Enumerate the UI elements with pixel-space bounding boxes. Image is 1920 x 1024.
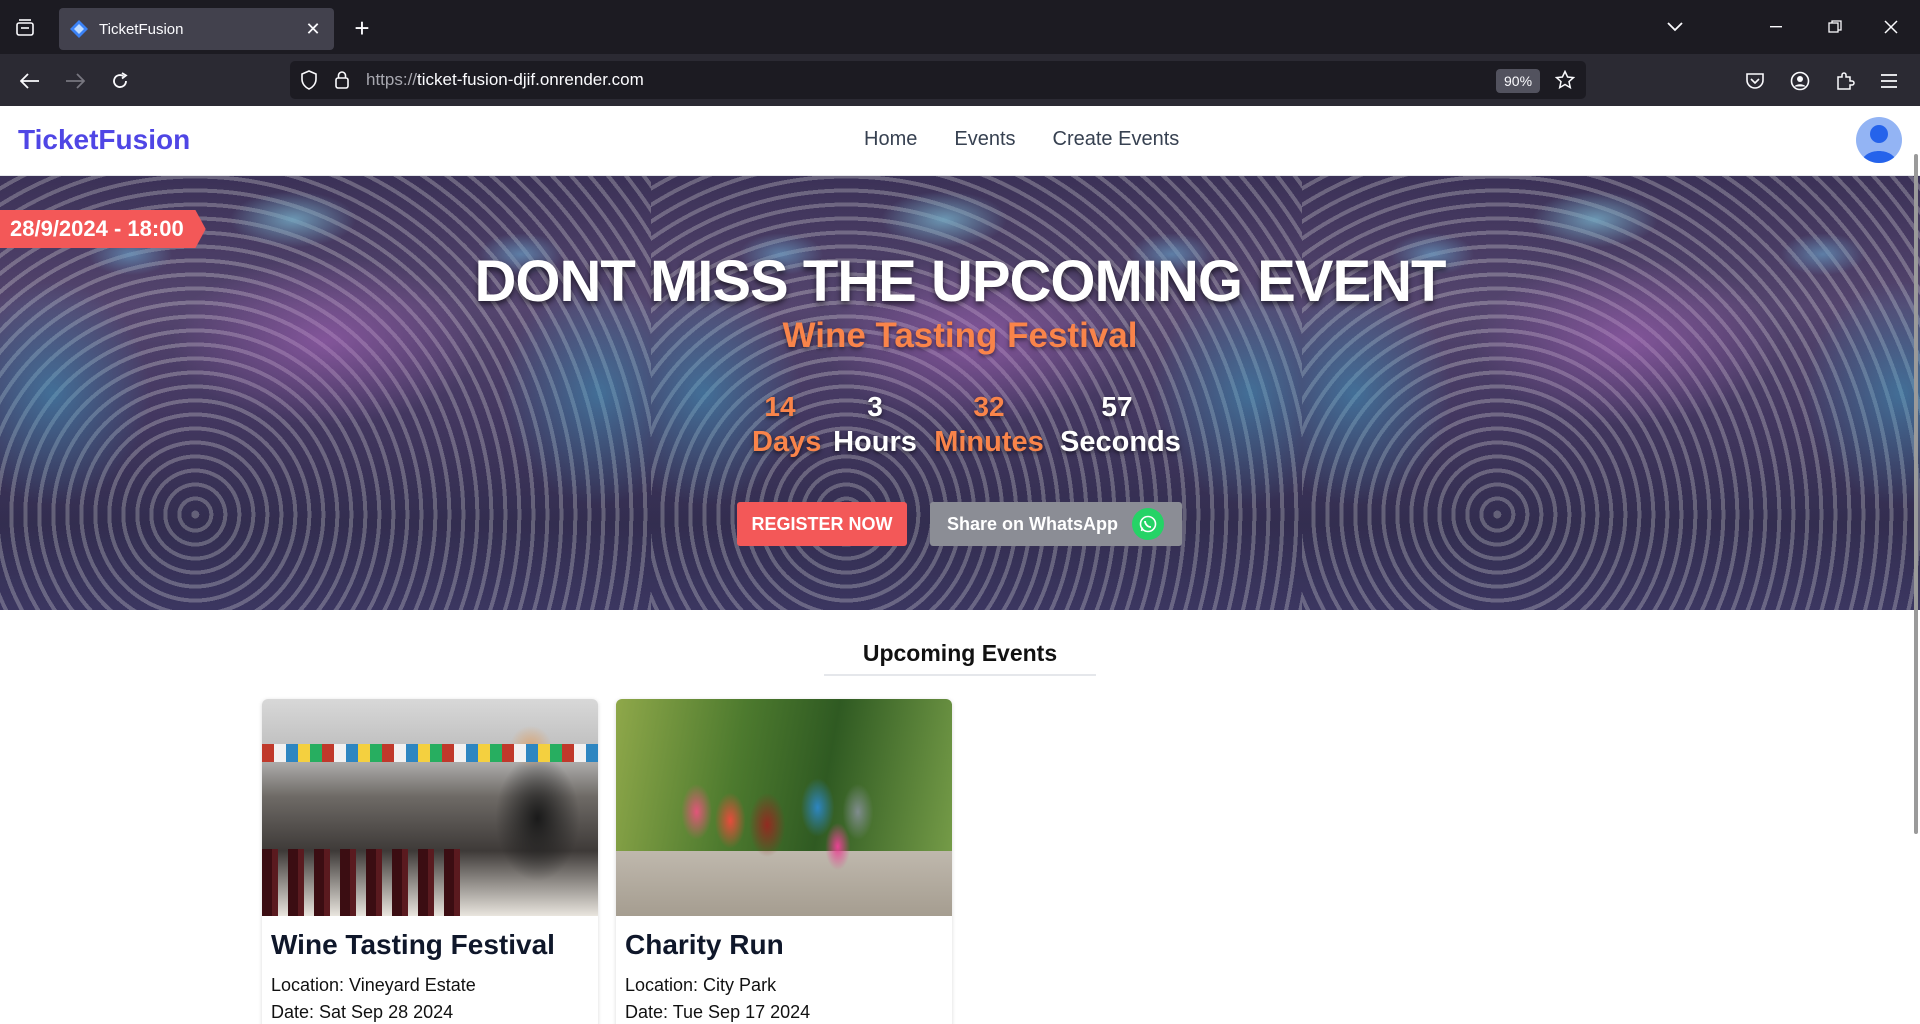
event-card-image bbox=[616, 699, 952, 916]
event-card-location: Location: City Park bbox=[625, 975, 777, 995]
url-bar[interactable]: https://ticket-fusion-djif.onrender.com … bbox=[290, 61, 1586, 99]
hero-event-name: Wine Tasting Festival bbox=[782, 316, 1138, 355]
minimize-icon[interactable] bbox=[1762, 12, 1792, 42]
tab-title: TicketFusion bbox=[99, 20, 184, 38]
countdown-days: 14 Days bbox=[752, 390, 822, 460]
share-whatsapp-button[interactable]: Share on WhatsApp bbox=[930, 502, 1182, 546]
shield-icon[interactable] bbox=[300, 70, 318, 95]
url-protocol: https:// bbox=[366, 70, 418, 89]
url-host: ticket-fusion-djif.onrender.com bbox=[417, 70, 644, 89]
countdown-hours: 3 Hours bbox=[832, 390, 918, 460]
countdown-seconds-label: Seconds bbox=[1060, 426, 1181, 458]
event-card-image bbox=[262, 699, 598, 916]
countdown-hours-value: 3 bbox=[867, 391, 883, 422]
event-date-ribbon: 28/9/2024 - 18:00 bbox=[0, 210, 206, 248]
browser-navigation-bar: https://ticket-fusion-djif.onrender.com … bbox=[0, 54, 1920, 106]
event-card-location: Location: Vineyard Estate bbox=[271, 975, 476, 995]
browser-tab[interactable]: TicketFusion ✕ bbox=[59, 8, 334, 50]
nav-events-link[interactable]: Events bbox=[954, 128, 1015, 151]
forward-icon[interactable] bbox=[60, 66, 90, 96]
lock-icon[interactable] bbox=[334, 70, 350, 95]
new-tab-icon[interactable]: + bbox=[348, 14, 376, 42]
countdown-minutes-value: 32 bbox=[973, 391, 1005, 422]
restore-icon[interactable] bbox=[1820, 12, 1850, 42]
web-page: TicketFusion Home Events Create Events 2… bbox=[0, 106, 1920, 1024]
upcoming-events-heading: Upcoming Events bbox=[862, 640, 1058, 666]
account-icon[interactable] bbox=[1785, 66, 1815, 96]
heading-underline bbox=[824, 674, 1096, 676]
countdown-hours-label: Hours bbox=[833, 426, 917, 458]
tab-list-icon[interactable] bbox=[10, 14, 40, 42]
ticket-favicon-icon bbox=[69, 19, 89, 39]
register-now-button[interactable]: REGISTER NOW bbox=[737, 502, 907, 546]
close-tab-icon[interactable]: ✕ bbox=[302, 18, 324, 40]
share-whatsapp-label: Share on WhatsApp bbox=[947, 513, 1119, 534]
extensions-icon[interactable] bbox=[1830, 66, 1860, 96]
brand-logo[interactable]: TicketFusion bbox=[18, 124, 190, 156]
event-card[interactable]: Wine Tasting Festival Location: Vineyard… bbox=[262, 699, 598, 1024]
user-avatar[interactable] bbox=[1856, 117, 1902, 163]
browser-tab-bar: TicketFusion ✕ + bbox=[0, 0, 1920, 54]
event-card-date: Date: Sat Sep 28 2024 bbox=[271, 1002, 454, 1022]
pocket-icon[interactable] bbox=[1740, 66, 1770, 96]
countdown-minutes-label: Minutes bbox=[934, 426, 1044, 458]
site-nav: Home Events Create Events bbox=[864, 128, 1179, 151]
page-scrollbar[interactable] bbox=[1914, 154, 1918, 834]
user-silhouette-icon bbox=[1861, 125, 1897, 163]
countdown-seconds: 57 Seconds bbox=[1060, 390, 1181, 460]
close-window-icon[interactable] bbox=[1876, 12, 1906, 42]
event-card-title: Charity Run bbox=[625, 929, 784, 960]
site-header: TicketFusion Home Events Create Events bbox=[0, 106, 1920, 176]
event-card-date: Date: Tue Sep 17 2024 bbox=[625, 1002, 811, 1022]
event-card-title: Wine Tasting Festival bbox=[271, 929, 555, 960]
zoom-level-badge[interactable]: 90% bbox=[1496, 69, 1541, 93]
tab-overflow-chevron-icon[interactable] bbox=[1660, 12, 1690, 42]
countdown-days-value: 14 bbox=[764, 391, 796, 422]
countdown-minutes: 32 Minutes bbox=[934, 390, 1044, 460]
hero-title: DONT MISS THE UPCOMING EVENT bbox=[474, 249, 1447, 314]
bookmark-star-icon[interactable] bbox=[1554, 69, 1576, 95]
event-card[interactable]: Charity Run Location: City Park Date: Tu… bbox=[616, 699, 952, 1024]
whatsapp-icon bbox=[1132, 508, 1164, 540]
hero-banner: 28/9/2024 - 18:00 DONT MISS THE UPCOMING… bbox=[0, 176, 1920, 610]
menu-hamburger-icon[interactable] bbox=[1874, 66, 1904, 96]
nav-create-events-link[interactable]: Create Events bbox=[1053, 128, 1180, 151]
countdown-days-label: Days bbox=[752, 426, 822, 458]
reload-icon[interactable] bbox=[105, 66, 135, 96]
countdown-seconds-value: 57 bbox=[1101, 391, 1133, 422]
back-icon[interactable] bbox=[15, 66, 45, 96]
url-text[interactable]: https://ticket-fusion-djif.onrender.com bbox=[366, 61, 644, 99]
nav-home-link[interactable]: Home bbox=[864, 128, 917, 151]
